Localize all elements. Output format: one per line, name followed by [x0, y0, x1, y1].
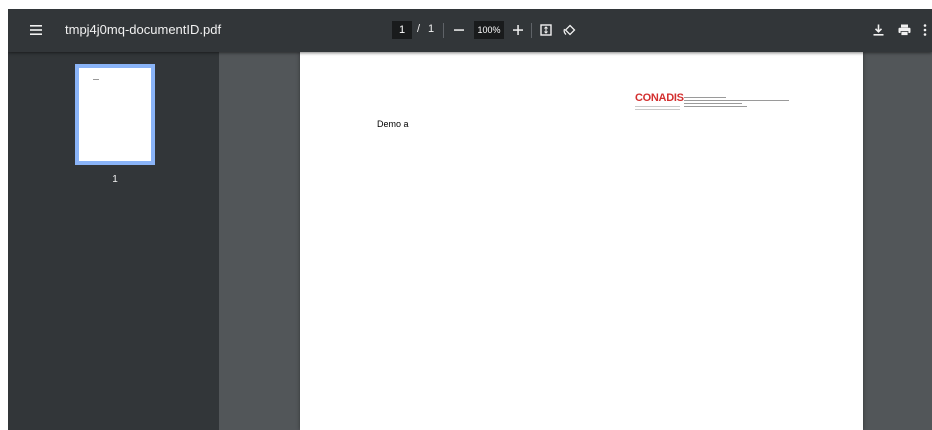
digital-signature-block	[684, 97, 789, 109]
page-separator: /	[417, 23, 421, 35]
toolbar-divider	[443, 23, 444, 38]
page-thumbnail[interactable]	[75, 64, 155, 165]
pdf-page: CONADIS Demo a	[300, 52, 863, 430]
logo-subtitle	[635, 106, 680, 112]
menu-button[interactable]	[26, 20, 46, 40]
toolbar-divider	[531, 23, 532, 38]
fit-page-button[interactable]	[538, 20, 554, 40]
rotate-button[interactable]	[561, 20, 577, 40]
rotate-icon	[563, 24, 575, 35]
document-title: tmpj4j0mq-documentID.pdf	[65, 22, 222, 37]
zoom-in-button[interactable]	[510, 20, 526, 40]
document-body-text: Demo a	[377, 119, 409, 129]
download-button[interactable]	[870, 20, 886, 40]
page-total: 1	[428, 23, 435, 35]
minus-icon	[454, 29, 464, 31]
zoom-input[interactable]: 100%	[474, 21, 504, 39]
thumbnail-content	[93, 79, 99, 80]
conadis-logo: CONADIS	[635, 92, 684, 104]
pdf-viewer: tmpj4j0mq-documentID.pdf 1 / 1 100% 1 CO…	[8, 9, 932, 430]
page-number-input[interactable]: 1	[392, 21, 412, 39]
plus-icon	[513, 25, 523, 35]
menu-icon	[30, 25, 42, 35]
toolbar: tmpj4j0mq-documentID.pdf 1 / 1 100%	[8, 9, 932, 52]
thumbnail-page-number: 1	[112, 174, 118, 185]
fit-page-icon	[540, 24, 552, 36]
print-button[interactable]	[896, 20, 912, 40]
more-vert-icon	[923, 24, 927, 36]
zoom-out-button[interactable]	[451, 20, 467, 40]
more-actions-button[interactable]	[920, 20, 930, 40]
print-icon	[898, 24, 910, 36]
thumbnail-sidebar: 1	[8, 52, 219, 430]
download-icon	[873, 24, 883, 36]
